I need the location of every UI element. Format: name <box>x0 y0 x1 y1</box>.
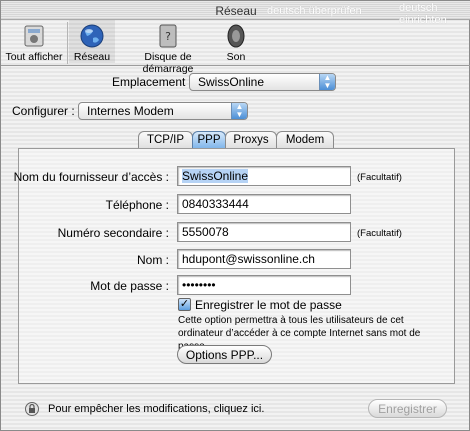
save-button[interactable]: Enregistrer <box>368 399 447 418</box>
provider-optional-hint: (Facultatif) <box>357 172 402 183</box>
configure-label: Configurer : <box>12 104 75 118</box>
toolbar-item-sound[interactable]: Son <box>219 20 253 63</box>
location-value: SwissOnline <box>198 75 265 89</box>
lock-message: Pour empêcher les modifications, cliquez… <box>48 403 265 415</box>
tab-proxys[interactable]: Proxys <box>225 131 277 149</box>
alt-phone-field[interactable]: 5550078 <box>177 222 351 242</box>
toolbar-item-show-all[interactable]: Tout afficher <box>3 20 65 63</box>
globe-icon <box>80 24 104 48</box>
configure-value: Internes Modem <box>87 104 174 118</box>
svg-text:?: ? <box>165 30 171 43</box>
toolbar: Tout afficher Réseau ? Disque de démarra… <box>1 20 470 75</box>
configure-popup[interactable]: Internes Modem ▲ ▼ <box>78 102 248 120</box>
toolbar-separator <box>67 22 68 64</box>
location-popup[interactable]: SwissOnline ▲ ▼ <box>189 73 336 91</box>
title-bar[interactable]: Réseau deutsch überprüfen deutsch einric… <box>1 1 470 26</box>
phone-field[interactable]: 0840333444 <box>177 194 351 214</box>
toolbar-item-startup-disk[interactable]: ? Disque de démarrage <box>119 20 217 75</box>
toolbar-item-label: Tout afficher <box>5 51 63 63</box>
provider-value: SwissOnline <box>182 169 249 183</box>
tab-modem[interactable]: Modem <box>276 131 334 149</box>
password-field[interactable]: •••••••• <box>177 275 351 295</box>
startup-disk-icon: ? <box>159 24 177 48</box>
tab-ppp[interactable]: PPP <box>192 131 226 149</box>
preferences-window: Réseau deutsch überprüfen deutsch einric… <box>0 0 470 431</box>
lock-icon[interactable] <box>25 402 39 416</box>
save-password-checkbox[interactable]: ✓ <box>178 298 191 311</box>
toolbar-item-label: Disque de démarrage <box>142 51 194 75</box>
speaker-icon <box>227 24 245 48</box>
save-password-label[interactable]: Enregistrer le mot de passe <box>195 298 342 312</box>
toolbar-item-network[interactable]: Réseau <box>69 20 115 63</box>
location-label: Emplacement : <box>112 75 193 89</box>
provider-field[interactable]: SwissOnline <box>177 166 351 186</box>
ppp-options-button[interactable]: Options PPP... <box>177 345 272 364</box>
provider-label: Nom du fournisseur d’accès : <box>13 170 169 184</box>
tab-tcpip[interactable]: TCP/IP <box>138 131 193 149</box>
alt-phone-label: Numéro secondaire : <box>57 226 169 240</box>
apple-panel-icon <box>24 25 44 47</box>
ghost-text-1: deutsch überprüfen <box>267 5 362 17</box>
password-label: Mot de passe : <box>90 279 169 293</box>
phone-label: Téléphone : <box>105 198 169 212</box>
popup-arrows-icon: ▲ ▼ <box>319 74 335 90</box>
account-name-field[interactable]: hdupont@swissonline.ch <box>177 249 351 269</box>
toolbar-item-label: Son <box>226 51 246 63</box>
alt-phone-optional-hint: (Facultatif) <box>357 228 402 239</box>
popup-arrows-icon: ▲ ▼ <box>231 103 247 119</box>
toolbar-item-label: Réseau <box>73 51 111 63</box>
account-name-label: Nom : <box>136 253 169 267</box>
